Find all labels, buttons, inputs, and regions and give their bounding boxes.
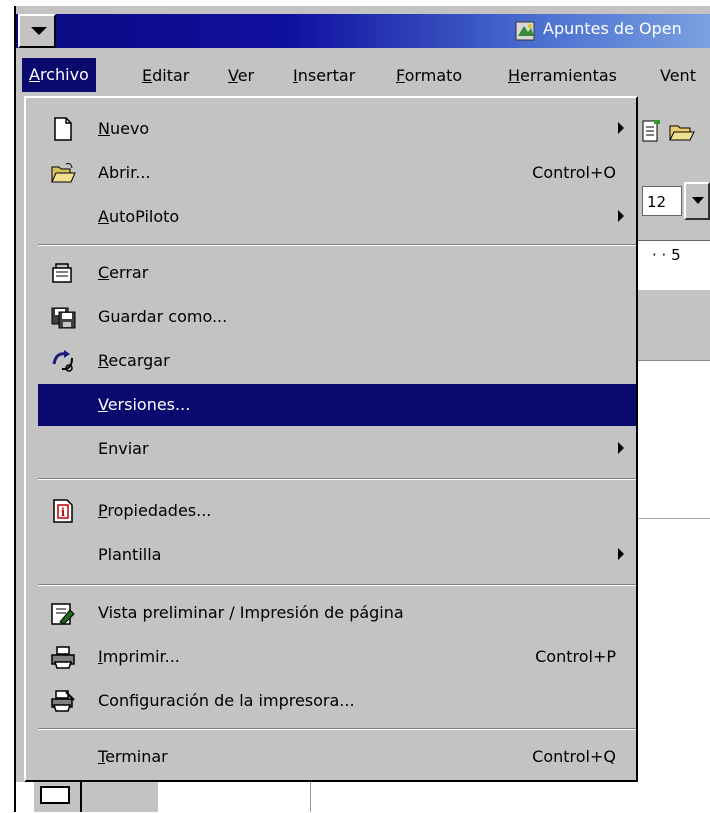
menu-item-label: Nuevo bbox=[98, 119, 150, 138]
menu-item-shortcut: Control+Q bbox=[532, 747, 616, 766]
menu-item-label: Imprimir... bbox=[98, 647, 180, 666]
open-folder-icon[interactable] bbox=[668, 120, 696, 144]
menu-item-label: Recargar bbox=[98, 351, 170, 370]
menu-herramientas[interactable]: Herramientas bbox=[508, 66, 617, 85]
file-menu: Nuevo Abrir... Control+O AutoPiloto Cerr… bbox=[24, 96, 638, 782]
menu-item-label: Guardar como... bbox=[98, 307, 228, 326]
menu-separator bbox=[38, 728, 636, 730]
list-icon bbox=[40, 786, 70, 804]
menu-item-shortcut: Control+O bbox=[532, 163, 616, 182]
menu-item-propiedades[interactable]: i Propiedades... bbox=[38, 490, 636, 532]
edit-document-icon[interactable] bbox=[640, 118, 662, 144]
menu-item-abrir[interactable]: Abrir... Control+O bbox=[38, 152, 636, 194]
submenu-arrow-icon bbox=[618, 442, 624, 454]
menu-archivo[interactable]: Archivo bbox=[22, 58, 96, 92]
menu-item-cerrar[interactable]: Cerrar bbox=[38, 252, 636, 294]
navigator-button[interactable] bbox=[34, 782, 82, 812]
menu-item-label: Propiedades... bbox=[98, 501, 212, 520]
menu-item-imprimir[interactable]: Imprimir... Control+P bbox=[38, 636, 636, 678]
app-icon bbox=[515, 21, 535, 41]
svg-text:i: i bbox=[61, 506, 65, 519]
menu-item-label: Abrir... bbox=[98, 163, 151, 182]
save-as-icon bbox=[51, 307, 76, 329]
menu-item-label: Vista preliminar / Impresión de página bbox=[98, 603, 404, 622]
menu-item-vista-preliminar[interactable]: Vista preliminar / Impresión de página bbox=[38, 592, 636, 634]
ruler-marks: · · 5 bbox=[652, 246, 681, 264]
menu-item-label: Configuración de la impresora... bbox=[98, 691, 355, 710]
document-area bbox=[638, 360, 710, 521]
status-segment bbox=[82, 782, 158, 812]
menu-item-label: Enviar bbox=[98, 439, 149, 458]
menu-item-terminar[interactable]: Terminar Control+Q bbox=[38, 736, 636, 778]
submenu-arrow-icon bbox=[618, 122, 624, 134]
standard-toolbar bbox=[638, 104, 710, 160]
open-folder-icon bbox=[51, 163, 76, 183]
menu-item-label: Plantilla bbox=[98, 545, 162, 564]
menu-ver[interactable]: Ver bbox=[228, 66, 254, 85]
menu-insertar[interactable]: Insertar bbox=[293, 66, 355, 85]
font-size-field[interactable]: 12 bbox=[642, 186, 682, 216]
print-preview-icon bbox=[51, 603, 75, 625]
new-document-icon bbox=[54, 117, 72, 141]
submenu-arrow-icon bbox=[618, 548, 624, 560]
menu-item-guardar-como[interactable]: Guardar como... bbox=[38, 296, 636, 338]
font-size-dropdown-button[interactable] bbox=[684, 182, 710, 220]
system-menu-button[interactable] bbox=[18, 14, 56, 48]
menu-item-recargar[interactable]: Recargar bbox=[38, 340, 636, 382]
menu-bar: Archivo Editar Ver Insertar Formato Herr… bbox=[16, 56, 710, 94]
menu-separator bbox=[38, 244, 636, 246]
menu-item-label: AutoPiloto bbox=[98, 207, 180, 226]
close-document-icon bbox=[52, 263, 72, 283]
menu-separator bbox=[38, 584, 636, 586]
menu-item-shortcut: Control+P bbox=[535, 647, 616, 666]
menu-editar[interactable]: Editar bbox=[142, 66, 189, 85]
menu-formato[interactable]: Formato bbox=[396, 66, 462, 85]
window-title: Apuntes de Open bbox=[543, 19, 682, 38]
menu-separator bbox=[38, 478, 636, 480]
properties-icon: i bbox=[53, 499, 73, 523]
menu-item-configuracion-impresora[interactable]: Configuración de la impresora... bbox=[38, 680, 636, 722]
reload-icon bbox=[52, 350, 73, 372]
menu-item-enviar[interactable]: Enviar bbox=[38, 428, 636, 470]
menu-item-autopiloto[interactable]: AutoPiloto bbox=[38, 196, 636, 238]
menu-item-nuevo[interactable]: Nuevo bbox=[38, 108, 636, 150]
page-area bbox=[638, 518, 710, 813]
divider bbox=[310, 782, 311, 812]
menu-ventana[interactable]: Vent bbox=[660, 66, 696, 85]
menu-item-label: Cerrar bbox=[98, 263, 149, 282]
submenu-arrow-icon bbox=[618, 210, 624, 222]
printer-settings-icon bbox=[51, 690, 75, 712]
menu-item-label: Terminar bbox=[98, 747, 168, 766]
chevron-down-icon bbox=[31, 27, 47, 35]
menu-item-plantilla[interactable]: Plantilla bbox=[38, 534, 636, 576]
menu-item-versiones[interactable]: Versiones... bbox=[38, 384, 636, 426]
menu-item-label: Versiones... bbox=[98, 395, 191, 414]
printer-icon bbox=[51, 646, 75, 669]
